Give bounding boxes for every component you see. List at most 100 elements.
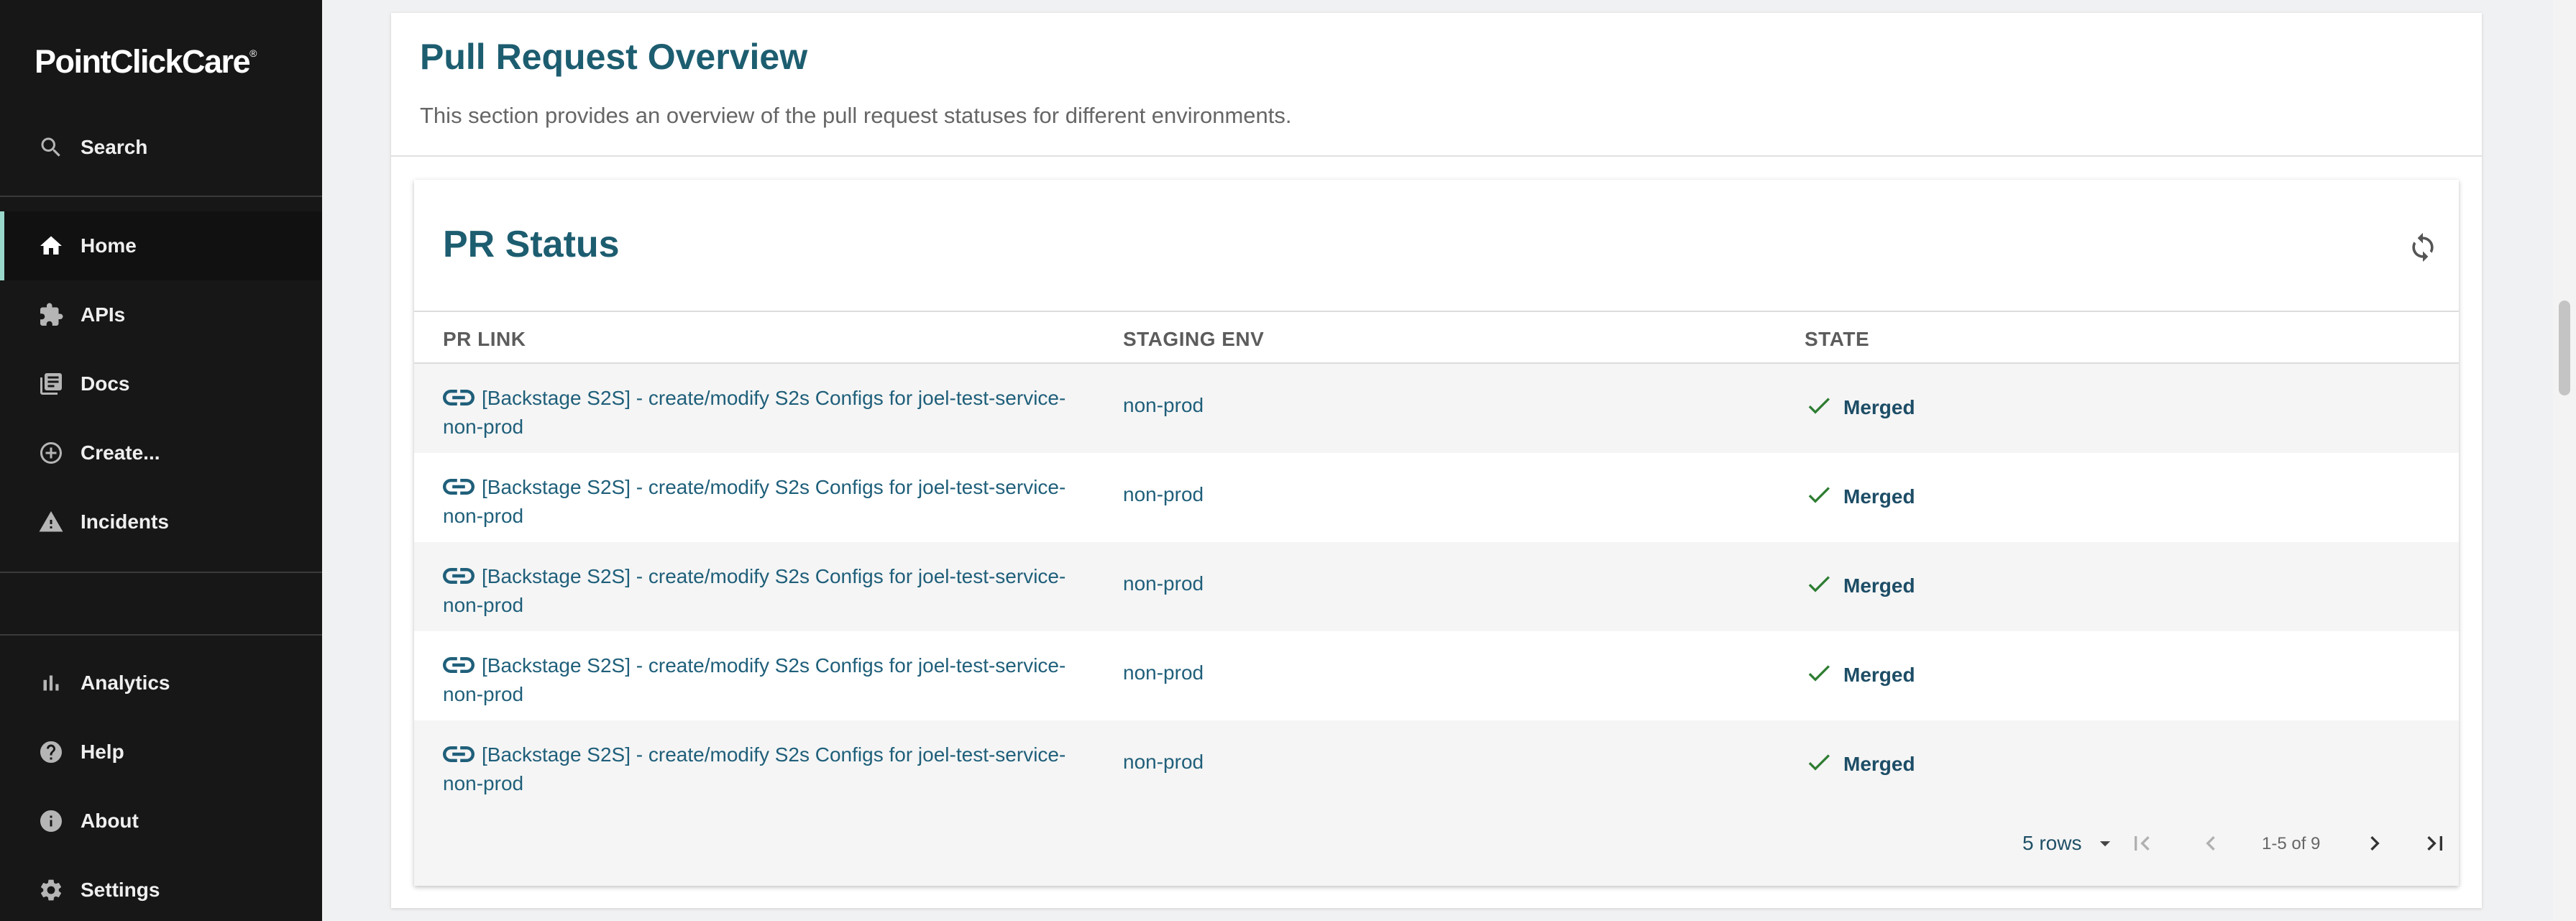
sidebar-item-search[interactable]: Search xyxy=(0,113,322,182)
refresh-button[interactable] xyxy=(2407,232,2439,263)
page-title: Pull Request Overview xyxy=(420,37,808,77)
sidebar-item-about[interactable]: About xyxy=(0,787,322,856)
table-row: [Backstage S2S] - create/modify S2s Conf… xyxy=(414,542,2459,631)
table-row: [Backstage S2S] - create/modify S2s Conf… xyxy=(414,364,2459,453)
gear-icon xyxy=(37,876,65,904)
sidebar-item-label: Home xyxy=(81,234,137,257)
sidebar-item-label: About xyxy=(81,810,139,832)
sidebar-item-label: Settings xyxy=(81,879,160,901)
pr-link[interactable]: [Backstage S2S] - create/modify S2s Conf… xyxy=(443,562,1090,620)
check-icon xyxy=(1805,569,1833,602)
info-icon xyxy=(37,807,65,835)
table-row: [Backstage S2S] - create/modify S2s Conf… xyxy=(414,720,2459,810)
sidebar-item-label: Docs xyxy=(81,372,130,395)
link-icon xyxy=(443,654,475,674)
add-circle-icon xyxy=(37,439,65,467)
pr-link[interactable]: [Backstage S2S] - create/modify S2s Conf… xyxy=(443,741,1090,798)
staging-env: non-prod xyxy=(1123,661,1204,684)
sidebar-item-settings[interactable]: Settings xyxy=(0,856,322,921)
section-divider xyxy=(391,155,2482,157)
pr-link-text: [Backstage S2S] - create/modify S2s Conf… xyxy=(482,476,1066,498)
sidebar-item-label: Search xyxy=(81,136,148,158)
logo-text: PointClickCare xyxy=(35,43,251,80)
page-scrollbar[interactable] xyxy=(2553,0,2576,921)
column-header-staging-env[interactable]: STAGING ENV xyxy=(1123,328,1264,351)
staging-env: non-prod xyxy=(1123,394,1204,416)
rows-per-page-select[interactable]: 5 rows xyxy=(2022,831,2117,856)
pr-link-text: [Backstage S2S] - create/modify S2s Conf… xyxy=(482,654,1066,677)
pr-link-text-cont: non-prod xyxy=(443,594,524,616)
first-page-button[interactable] xyxy=(2125,827,2158,860)
search-icon xyxy=(37,134,65,161)
pr-link-text: [Backstage S2S] - create/modify S2s Conf… xyxy=(482,387,1066,409)
pull-request-overview-card: Pull Request Overview This section provi… xyxy=(391,13,2482,908)
table-row: [Backstage S2S] - create/modify S2s Conf… xyxy=(414,453,2459,542)
refresh-icon xyxy=(2412,232,2434,262)
next-page-button[interactable] xyxy=(2358,827,2391,860)
link-icon xyxy=(443,387,475,407)
sidebar-item-create[interactable]: Create... xyxy=(0,418,322,487)
pr-link[interactable]: [Backstage S2S] - create/modify S2s Conf… xyxy=(443,473,1090,531)
bar-chart-icon xyxy=(37,669,65,697)
sidebar-divider xyxy=(0,196,322,197)
check-icon xyxy=(1805,480,1833,513)
scrollbar-thumb[interactable] xyxy=(2559,301,2570,395)
check-icon xyxy=(1805,659,1833,691)
page-range: 1-5 of 9 xyxy=(2262,834,2321,853)
sidebar: PointClickCare® Search Home APIs Docs Cr… xyxy=(0,0,322,921)
table-row: [Backstage S2S] - create/modify S2s Conf… xyxy=(414,631,2459,720)
sidebar-item-analytics[interactable]: Analytics xyxy=(0,649,322,718)
pr-status-table-card: PR Status PR LINK STAGING ENV STATE [Bac… xyxy=(414,180,2459,886)
previous-page-button[interactable] xyxy=(2194,827,2227,860)
state-label: Merged xyxy=(1843,663,1915,686)
check-icon xyxy=(1805,391,1833,423)
logo-registered-mark: ® xyxy=(249,47,257,59)
state-cell: Merged xyxy=(1805,569,1915,602)
chevron-right-icon xyxy=(2370,836,2380,851)
home-icon xyxy=(37,232,65,260)
staging-env: non-prod xyxy=(1123,483,1204,505)
pr-link-text-cont: non-prod xyxy=(443,683,524,705)
last-page-button[interactable] xyxy=(2419,827,2452,860)
help-icon xyxy=(37,738,65,766)
first-page-icon xyxy=(2135,836,2150,851)
sidebar-item-label: Analytics xyxy=(81,672,170,694)
pr-link-text-cont: non-prod xyxy=(443,772,524,794)
pr-link-text: [Backstage S2S] - create/modify S2s Conf… xyxy=(482,743,1066,766)
sidebar-item-home[interactable]: Home xyxy=(0,211,322,280)
sidebar-item-label: Incidents xyxy=(81,510,169,533)
state-cell: Merged xyxy=(1805,659,1915,691)
state-label: Merged xyxy=(1843,752,1915,775)
table-header-row: PR LINK STAGING ENV STATE xyxy=(414,312,2459,364)
dropdown-arrow-icon xyxy=(2100,841,2111,847)
logo[interactable]: PointClickCare® xyxy=(35,43,257,81)
staging-env: non-prod xyxy=(1123,751,1204,773)
sidebar-divider xyxy=(0,634,322,636)
pr-status-title: PR Status xyxy=(443,224,620,265)
warning-icon xyxy=(37,508,65,536)
sidebar-item-docs[interactable]: Docs xyxy=(0,349,322,418)
link-icon xyxy=(443,743,475,764)
pr-link-text-cont: non-prod xyxy=(443,505,524,527)
staging-env: non-prod xyxy=(1123,572,1204,595)
sidebar-item-help[interactable]: Help xyxy=(0,718,322,787)
link-icon xyxy=(443,565,475,585)
pr-link-text-cont: non-prod xyxy=(443,416,524,438)
pr-link[interactable]: [Backstage S2S] - create/modify S2s Conf… xyxy=(443,651,1090,709)
puzzle-icon xyxy=(37,301,65,329)
sidebar-item-incidents[interactable]: Incidents xyxy=(0,487,322,556)
pagination: 5 rows 1-5 of 9 xyxy=(414,805,2459,886)
sidebar-item-label: Help xyxy=(81,741,124,763)
state-cell: Merged xyxy=(1805,391,1915,423)
state-cell: Merged xyxy=(1805,480,1915,513)
sidebar-item-label: Create... xyxy=(81,441,160,464)
column-header-state[interactable]: STATE xyxy=(1805,328,1869,351)
page-description: This section provides an overview of the… xyxy=(420,103,1292,128)
sidebar-item-apis[interactable]: APIs xyxy=(0,280,322,349)
state-label: Merged xyxy=(1843,395,1915,418)
state-label: Merged xyxy=(1843,485,1915,508)
pr-link[interactable]: [Backstage S2S] - create/modify S2s Conf… xyxy=(443,384,1090,441)
sidebar-divider xyxy=(0,572,322,573)
column-header-pr-link[interactable]: PR LINK xyxy=(443,328,526,351)
rows-per-page-value: 5 rows xyxy=(2022,832,2082,854)
